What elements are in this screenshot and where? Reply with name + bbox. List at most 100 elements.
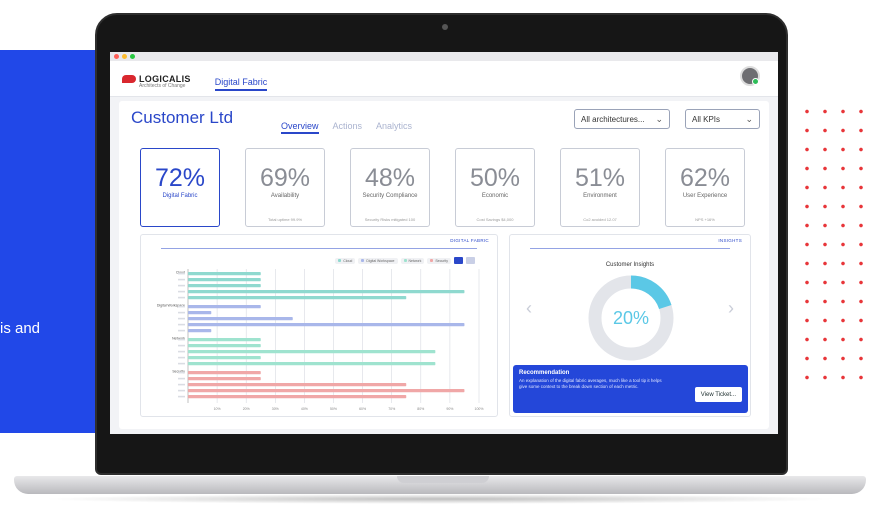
kpi-label: Digital Fabric bbox=[162, 193, 198, 199]
row-label-placeholder bbox=[178, 377, 185, 380]
kpi-value: 51% bbox=[574, 164, 626, 192]
x-tick-label: 20% bbox=[243, 407, 250, 411]
user-avatar[interactable] bbox=[740, 66, 760, 86]
row-label-placeholder bbox=[178, 344, 185, 347]
bar[interactable] bbox=[188, 323, 465, 327]
row-label-placeholder bbox=[178, 329, 185, 332]
kpi-label: Economic bbox=[481, 193, 509, 199]
kpi-card-security-compliance[interactable]: 48% Security Compliance Security Risks m… bbox=[350, 148, 430, 227]
x-tick-label: 100% bbox=[475, 407, 484, 411]
x-tick-label: 80% bbox=[417, 407, 424, 411]
panel-divider bbox=[530, 248, 730, 249]
laptop-notch bbox=[397, 476, 489, 483]
x-tick-label: 50% bbox=[330, 407, 337, 411]
bar-chart: 10% 20% 30% 40% 50% 60% 70% 80% 90% 100%CloudDigi… bbox=[157, 269, 484, 411]
kpi-value: 48% bbox=[364, 164, 416, 192]
kpi-card-user-experience[interactable]: 62% User Experience NPS +16% bbox=[665, 148, 745, 227]
recommendation-title: Recommendation bbox=[519, 370, 570, 376]
architecture-select[interactable]: All architectures... ⌄ bbox=[574, 109, 670, 129]
x-tick-label: 70% bbox=[388, 407, 395, 411]
kpi-card-environment[interactable]: 51% Environment Co2 avoided 12.07 bbox=[560, 148, 640, 227]
bar[interactable] bbox=[188, 377, 261, 381]
tab-analytics[interactable]: Analytics bbox=[376, 121, 412, 134]
kpi-label: Security Compliance bbox=[362, 193, 418, 199]
bar[interactable] bbox=[188, 296, 407, 300]
panel-title: INSIGHTS bbox=[718, 238, 742, 243]
row-label-placeholder bbox=[178, 272, 185, 275]
nav-digital-fabric[interactable]: Digital Fabric bbox=[214, 77, 268, 91]
bar[interactable] bbox=[188, 389, 465, 393]
logo[interactable]: LOGICALIS bbox=[122, 74, 191, 84]
insights-heading: Customer Insights bbox=[605, 262, 655, 268]
recommendation-body: An explanation of the digital fabric ave… bbox=[519, 378, 662, 389]
laptop-base bbox=[14, 476, 866, 494]
logo-icon bbox=[122, 74, 136, 83]
kpi-card-availability[interactable]: 69% Availability Total uptime 99.9% bbox=[245, 148, 325, 227]
bar[interactable] bbox=[188, 395, 407, 399]
bar[interactable] bbox=[188, 356, 261, 360]
bar[interactable] bbox=[188, 305, 261, 309]
bar[interactable] bbox=[188, 284, 261, 288]
kpi-value: 69% bbox=[259, 164, 311, 192]
page-title: Customer Ltd bbox=[131, 108, 234, 127]
bar[interactable] bbox=[188, 311, 212, 315]
bar[interactable] bbox=[188, 371, 261, 375]
brand-tagline: Architects of Change bbox=[139, 83, 186, 89]
kpi-card-digital-fabric[interactable]: 72% Digital Fabric bbox=[140, 148, 220, 227]
bar[interactable] bbox=[188, 272, 261, 276]
minimize-window-icon[interactable] bbox=[122, 54, 127, 59]
bar[interactable] bbox=[188, 329, 212, 333]
maximize-window-icon[interactable] bbox=[130, 54, 135, 59]
row-label-placeholder bbox=[178, 362, 185, 365]
kpi-footer: NPS +16% bbox=[695, 217, 715, 222]
bar[interactable] bbox=[188, 290, 465, 294]
recommendation-card: Recommendation An explanation of the dig… bbox=[513, 365, 748, 413]
chevron-down-icon: ⌄ bbox=[745, 113, 753, 124]
row-label-placeholder bbox=[178, 290, 185, 293]
row-label-placeholder bbox=[178, 371, 185, 374]
bar[interactable] bbox=[188, 344, 261, 348]
page-tabs: Overview Actions Analytics bbox=[281, 121, 412, 134]
bar[interactable] bbox=[188, 317, 293, 321]
row-label-placeholder bbox=[178, 395, 185, 398]
kpi-card-economic[interactable]: 50% Economic Cost Savings $4,000 bbox=[455, 148, 535, 227]
row-label-placeholder bbox=[178, 356, 185, 359]
kpi-footer: Cost Savings $4,000 bbox=[476, 217, 514, 222]
laptop-shadow bbox=[40, 494, 840, 504]
insights-panel: INSIGHTS Customer Insights ‹ › 20% Recom… bbox=[509, 234, 751, 417]
tab-overview[interactable]: Overview bbox=[281, 121, 319, 134]
x-tick-label: 90% bbox=[446, 407, 453, 411]
main-content: Customer Ltd Overview Actions Analytics … bbox=[119, 101, 769, 429]
brand-name: LOGICALIS bbox=[139, 73, 191, 84]
digital-fabric-panel: DIGITAL FABRIC Cloud Digital Workspace N… bbox=[140, 234, 498, 417]
kpi-select-value: All KPIs bbox=[692, 114, 721, 124]
kpi-value: 72% bbox=[154, 164, 206, 192]
x-tick-label: 10% bbox=[214, 407, 221, 411]
row-label-placeholder bbox=[178, 311, 185, 314]
row-label-placeholder bbox=[178, 389, 185, 392]
online-status-icon bbox=[752, 78, 759, 85]
x-tick-label: 40% bbox=[301, 407, 308, 411]
close-window-icon[interactable] bbox=[114, 54, 119, 59]
row-label-placeholder bbox=[178, 278, 185, 281]
decorative-dots bbox=[798, 102, 870, 392]
marketing-text: is and bbox=[0, 320, 41, 337]
kpi-select[interactable]: All KPIs ⌄ bbox=[685, 109, 760, 129]
window-titlebar bbox=[110, 52, 778, 61]
bar[interactable] bbox=[188, 383, 407, 387]
kpi-label: User Experience bbox=[682, 193, 728, 199]
tab-actions[interactable]: Actions bbox=[333, 121, 363, 134]
row-label-placeholder bbox=[178, 323, 185, 326]
row-label-placeholder bbox=[178, 350, 185, 353]
bar[interactable] bbox=[188, 362, 436, 366]
kpi-value: 62% bbox=[679, 164, 731, 192]
row-label-placeholder bbox=[178, 284, 185, 287]
kpi-label: Environment bbox=[583, 193, 617, 199]
laptop-screen: LOGICALIS Architects of Change Digital F… bbox=[110, 52, 778, 434]
kpi-footer: Total uptime 99.9% bbox=[267, 217, 303, 222]
view-ticket-button[interactable]: View Ticket... bbox=[694, 387, 742, 402]
bar[interactable] bbox=[188, 278, 261, 282]
bar[interactable] bbox=[188, 338, 261, 342]
kpi-footer: Security Risks mitigated 100 bbox=[364, 217, 416, 222]
bar[interactable] bbox=[188, 350, 436, 354]
